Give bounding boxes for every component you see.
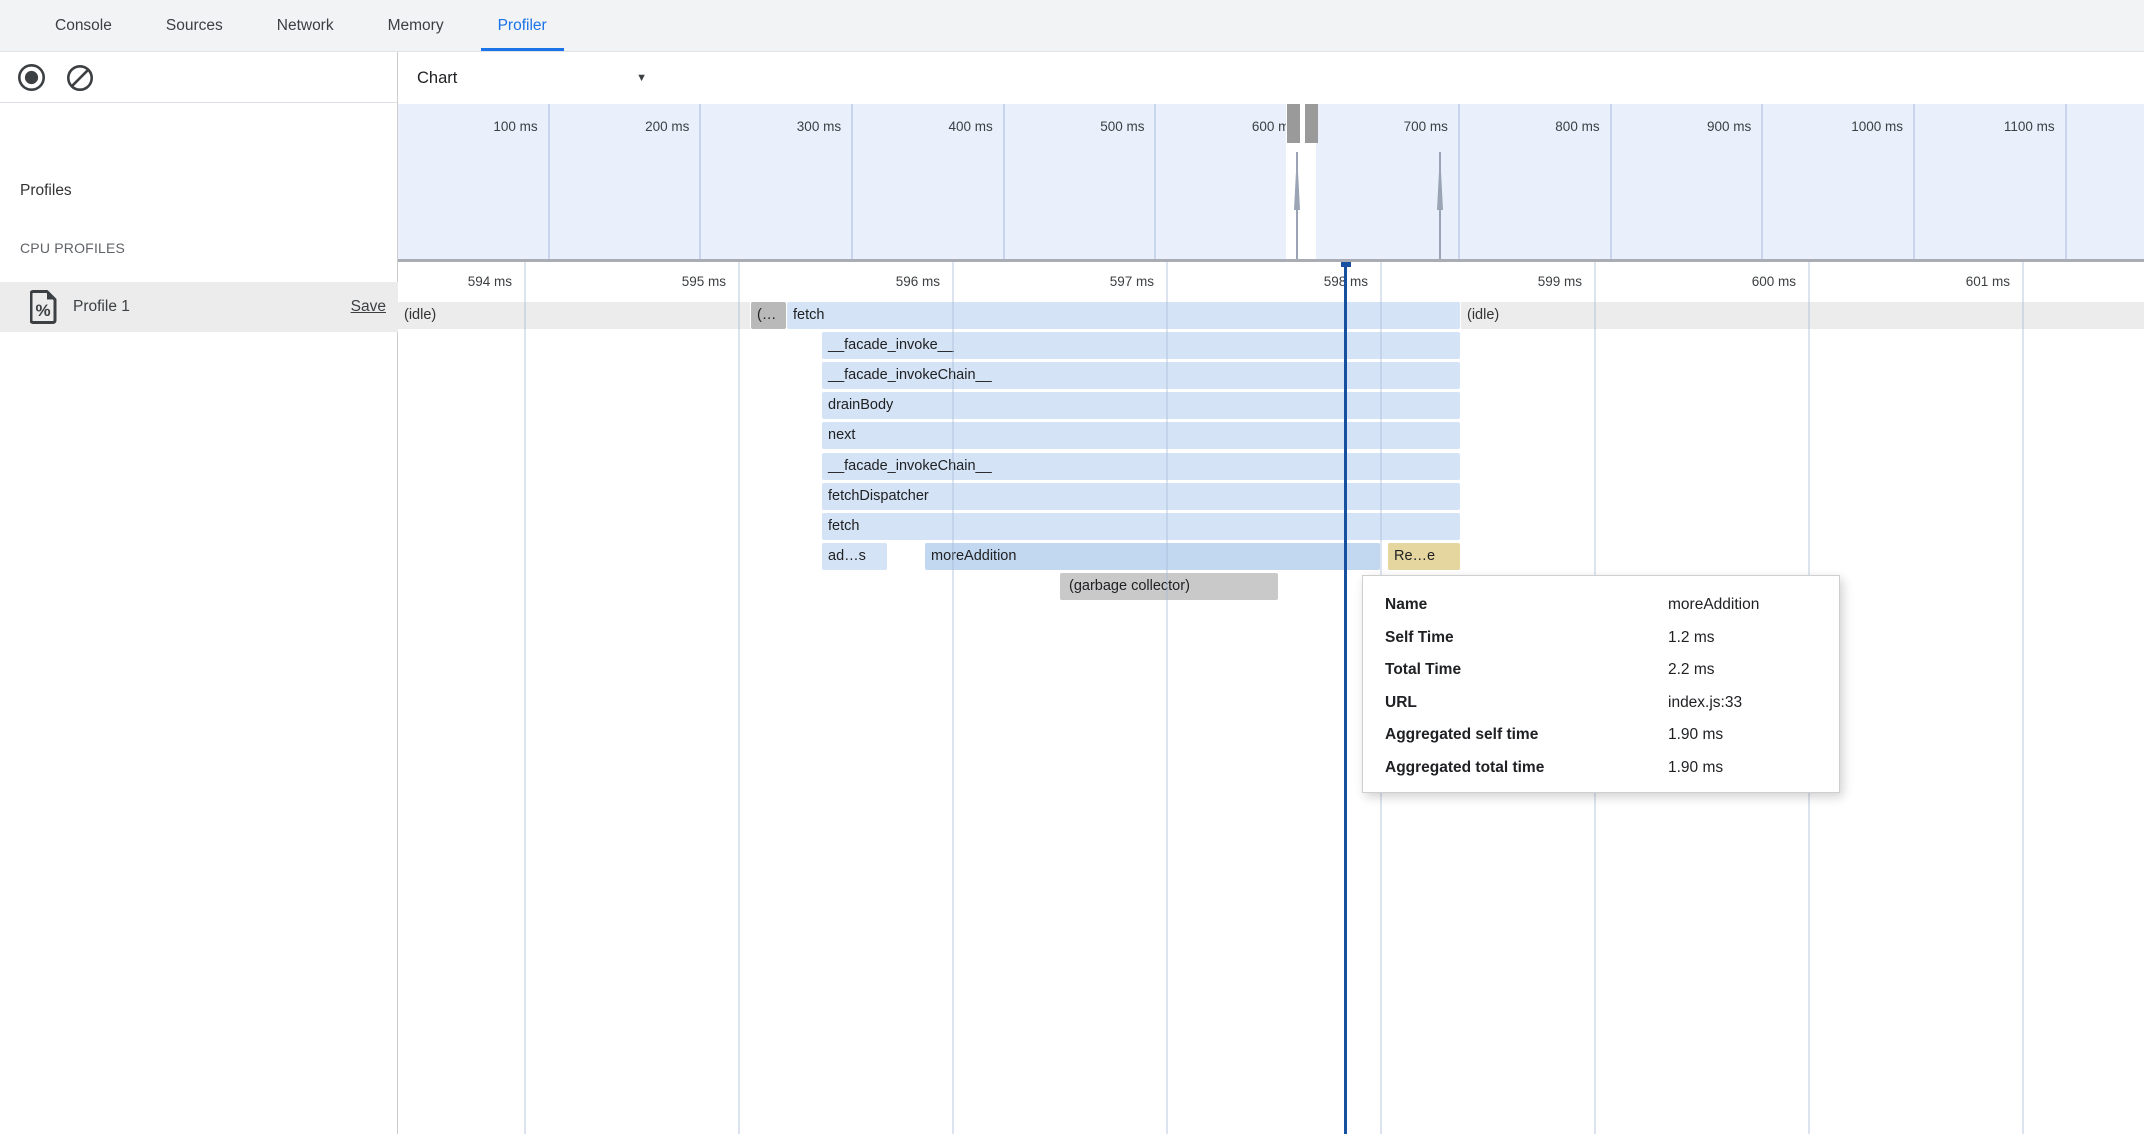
tooltip-label: Self Time [1385, 629, 1668, 647]
tab-console[interactable]: Console [28, 0, 139, 51]
profile-name: Profile 1 [73, 282, 130, 332]
overview-tick-label: 400 ms [949, 119, 993, 134]
tooltip-label: Total Time [1385, 661, 1668, 679]
overview-column: 1000 ms [1763, 104, 1915, 261]
tooltip-value: 1.2 ms [1668, 629, 1715, 647]
tooltip-row: URLindex.js:33 [1385, 687, 1839, 720]
overview-tick-label: 100 ms [493, 119, 537, 134]
tab-memory[interactable]: Memory [361, 0, 471, 51]
view-mode-dropdown[interactable]: Chart ▼ [417, 52, 647, 104]
devtools-profiler-panel: ConsoleSourcesNetworkMemoryProfiler [0, 0, 2144, 1134]
tab-sources[interactable]: Sources [139, 0, 250, 51]
selection-handle-right[interactable] [1305, 104, 1318, 143]
clear-icon [66, 64, 94, 92]
tooltip-label: Aggregated total time [1385, 759, 1668, 777]
time-marker-line[interactable] [1344, 262, 1348, 1134]
flame-bar-drainbody[interactable]: drainBody [822, 392, 1460, 419]
tooltip-value: moreAddition [1668, 596, 1759, 614]
flame-bar-fetch[interactable]: fetch [787, 302, 1460, 329]
ruler-tick-label: 596 ms [896, 274, 940, 289]
overview-tick-label: 300 ms [797, 119, 841, 134]
flame-bar-facade-invokechain[interactable]: __facade_invokeChain__ [822, 362, 1460, 389]
ruler-tick-label: 600 ms [1752, 274, 1796, 289]
tooltip-value: index.js:33 [1668, 694, 1742, 712]
cpu-profiles-section-label: CPU PROFILES [20, 240, 125, 256]
tooltip-value: 1.90 ms [1668, 759, 1723, 777]
ruler-tick-label: 595 ms [682, 274, 726, 289]
ms-gridline [952, 262, 954, 1134]
overview-column: 1100 ms [1915, 104, 2067, 261]
overview-column: 900 ms [1612, 104, 1764, 261]
tooltip-row: Total Time2.2 ms [1385, 654, 1839, 687]
flame-bar-facade-invoke[interactable]: __facade_invoke__ [822, 332, 1460, 359]
record-button[interactable] [14, 52, 48, 103]
flame-bar-facade-invokechain[interactable]: __facade_invokeChain__ [822, 453, 1460, 480]
tooltip-value: 1.90 ms [1668, 726, 1723, 744]
ruler-tick-label: 594 ms [468, 274, 512, 289]
ruler-tick-label: 601 ms [1966, 274, 2010, 289]
overview-column: 200 ms [550, 104, 702, 261]
ruler-tick-label: 599 ms [1538, 274, 1582, 289]
flame-bar-re-e[interactable]: Re…e [1388, 543, 1460, 570]
tab-profiler[interactable]: Profiler [471, 0, 574, 51]
svg-text:%: % [35, 301, 50, 320]
flame-bar-idle: (idle) [1461, 302, 2144, 329]
clear-button[interactable] [63, 52, 97, 103]
flame-bar-fetchdispatcher[interactable]: fetchDispatcher [822, 483, 1460, 510]
record-icon [17, 63, 46, 92]
overview-bottom-border [398, 259, 2144, 262]
frame-tooltip: NamemoreAdditionSelf Time1.2 msTotal Tim… [1362, 575, 1840, 793]
tab-network[interactable]: Network [250, 0, 361, 51]
profiler-toolbar: Chart ▼ [398, 52, 2144, 104]
ms-gridline [2022, 262, 2024, 1134]
ms-gridline [524, 262, 526, 1134]
overview-tick-label: 1000 ms [1851, 119, 1903, 134]
overview-tick-label: 1100 ms [2004, 119, 2055, 134]
profile-document-icon: % [30, 290, 58, 329]
view-mode-value: Chart [417, 69, 457, 88]
flame-bar-ad-s[interactable]: ad…s [822, 543, 887, 570]
tooltip-label: URL [1385, 694, 1668, 712]
flame-bar-fetch[interactable]: fetch [822, 513, 1460, 540]
overview-column: 800 ms [1460, 104, 1612, 261]
selection-handle-left[interactable] [1287, 104, 1300, 143]
chevron-down-icon: ▼ [636, 72, 647, 84]
profiles-heading: Profiles [20, 182, 72, 200]
sidebar-toolbar [0, 52, 397, 103]
tooltip-label: Aggregated self time [1385, 726, 1668, 744]
tooltip-row: Aggregated total time1.90 ms [1385, 752, 1839, 785]
overview-tick-label: 800 ms [1555, 119, 1599, 134]
tooltip-value: 2.2 ms [1668, 661, 1715, 679]
overview-column: 400 ms [853, 104, 1005, 261]
tooltip-label: Name [1385, 596, 1668, 614]
flame-bar-next[interactable]: next [822, 422, 1460, 449]
flame-bar-garbage-collector[interactable]: (garbage collector) [1060, 573, 1278, 600]
overview-column: 500 ms [1005, 104, 1157, 261]
tooltip-row: NamemoreAddition [1385, 589, 1839, 622]
overview-tick-label: 200 ms [645, 119, 689, 134]
flame-bar-idle: (idle) [398, 302, 750, 329]
flame-chart: 594 ms595 ms596 ms597 ms598 ms599 ms600 … [398, 262, 2144, 1134]
ms-gridline [1166, 262, 1168, 1134]
ruler-tick-label: 597 ms [1110, 274, 1154, 289]
overview-tick-label: 500 ms [1100, 119, 1144, 134]
overview-tick-label: 900 ms [1707, 119, 1751, 134]
flame-bar-[interactable]: (… [751, 302, 786, 329]
overview-column: 100 ms [398, 104, 550, 261]
tooltip-row: Aggregated self time1.90 ms [1385, 719, 1839, 752]
tab-bar: ConsoleSourcesNetworkMemoryProfiler [0, 0, 2144, 52]
tooltip-row: Self Time1.2 ms [1385, 622, 1839, 655]
overview-column: 300 ms [701, 104, 853, 261]
ms-gridline [738, 262, 740, 1134]
time-marker-handle[interactable] [1341, 262, 1351, 267]
timeline-overview[interactable]: 100 ms200 ms300 ms400 ms500 ms600 ms700 … [398, 104, 2144, 261]
profile-list-item[interactable]: % Profile 1 Save [0, 282, 398, 332]
overview-tick-label: 700 ms [1404, 119, 1448, 134]
profiles-sidebar: Profiles CPU PROFILES % Profile 1 Save [0, 52, 398, 1134]
flame-bar-moreaddition[interactable]: moreAddition [925, 543, 1380, 570]
save-profile-link[interactable]: Save [351, 282, 386, 332]
overview-column: 1200 ms [2067, 104, 2144, 261]
